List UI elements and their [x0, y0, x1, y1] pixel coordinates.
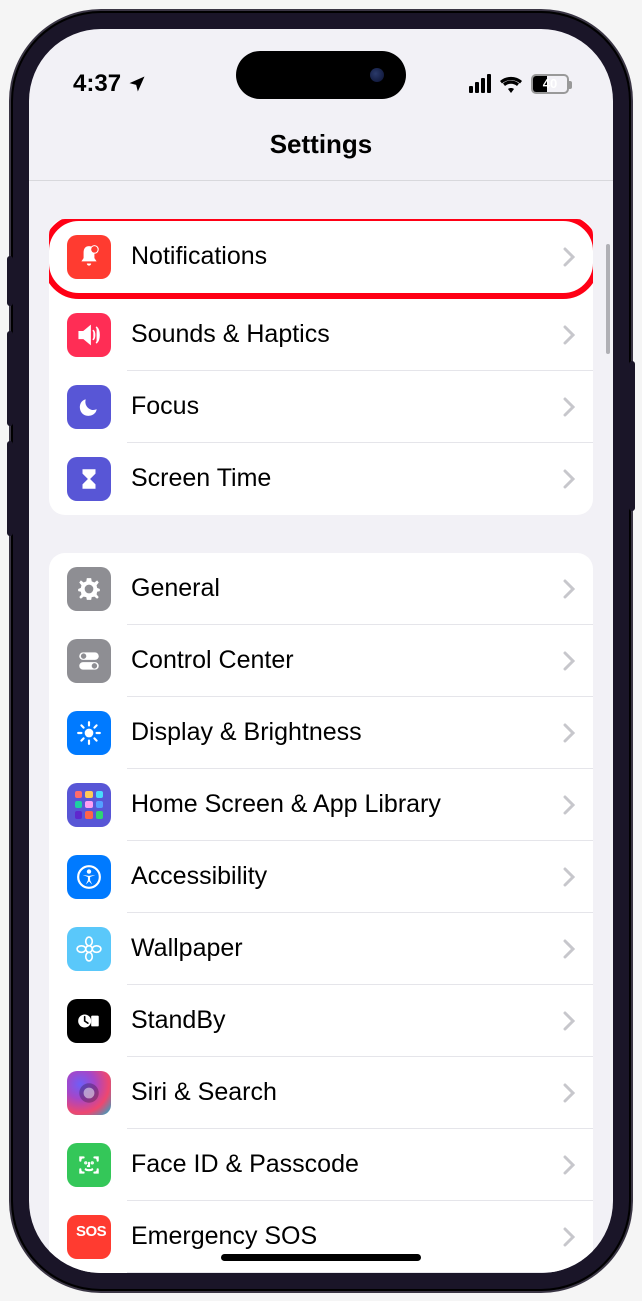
row-focus[interactable]: Focus: [49, 371, 593, 443]
chevron-right-icon: [563, 1011, 575, 1031]
speaker-icon: [67, 313, 111, 357]
chevron-right-icon: [563, 723, 575, 743]
row-label: StandBy: [131, 1006, 563, 1035]
row-label: Accessibility: [131, 862, 563, 891]
row-emergency-sos[interactable]: SOS Emergency SOS: [49, 1201, 593, 1273]
row-label: Notifications: [131, 242, 563, 271]
power-button: [629, 361, 635, 511]
row-label: Focus: [131, 392, 563, 421]
home-indicator[interactable]: [221, 1254, 421, 1261]
row-standby[interactable]: StandBy: [49, 985, 593, 1057]
chevron-right-icon: [563, 651, 575, 671]
volume-down: [7, 441, 13, 536]
screen: 4:37 40 Settings: [29, 29, 613, 1273]
battery-icon: 40: [531, 74, 569, 94]
row-label: Display & Brightness: [131, 718, 563, 747]
flower-icon: [67, 927, 111, 971]
row-accessibility[interactable]: Accessibility: [49, 841, 593, 913]
row-faceid-passcode[interactable]: Face ID & Passcode: [49, 1129, 593, 1201]
faceid-icon: [67, 1143, 111, 1187]
phone-frame: 4:37 40 Settings: [11, 11, 631, 1291]
chevron-right-icon: [563, 1227, 575, 1247]
page-title: Settings: [29, 129, 613, 160]
scroll-indicator[interactable]: [606, 244, 610, 354]
siri-icon: [67, 1071, 111, 1115]
hourglass-icon: [67, 457, 111, 501]
row-screen-time[interactable]: Screen Time: [49, 443, 593, 515]
row-label: Sounds & Haptics: [131, 320, 563, 349]
volume-up: [7, 331, 13, 426]
status-left: 4:37: [73, 70, 147, 98]
chevron-right-icon: [563, 1083, 575, 1103]
row-label: Screen Time: [131, 464, 563, 493]
chevron-right-icon: [563, 1155, 575, 1175]
row-wallpaper[interactable]: Wallpaper: [49, 913, 593, 985]
chevron-right-icon: [563, 397, 575, 417]
status-right: 40: [469, 74, 569, 94]
chevron-right-icon: [563, 939, 575, 959]
sos-icon: SOS: [67, 1215, 111, 1259]
chevron-right-icon: [563, 469, 575, 489]
accessibility-icon: [67, 855, 111, 899]
silent-switch: [7, 256, 13, 306]
row-home-screen[interactable]: Home Screen & App Library: [49, 769, 593, 841]
row-general[interactable]: General: [49, 553, 593, 625]
cellular-icon: [469, 74, 491, 93]
battery-level: 40: [533, 76, 567, 91]
sun-icon: [67, 711, 111, 755]
row-label: General: [131, 574, 563, 603]
chevron-right-icon: [563, 867, 575, 887]
row-display-brightness[interactable]: Display & Brightness: [49, 697, 593, 769]
clock-cal-icon: [67, 999, 111, 1043]
bell-badge-icon: [67, 235, 111, 279]
location-icon: [127, 74, 147, 94]
chevron-right-icon: [563, 325, 575, 345]
chevron-right-icon: [563, 795, 575, 815]
chevron-right-icon: [563, 247, 575, 267]
row-notifications[interactable]: Notifications: [49, 219, 593, 299]
dynamic-island: [236, 51, 406, 99]
status-time: 4:37: [73, 70, 121, 98]
chevron-right-icon: [563, 579, 575, 599]
row-label: Siri & Search: [131, 1078, 563, 1107]
gear-icon: [67, 567, 111, 611]
settings-group-2: General Control Center Display & Brightn…: [49, 553, 593, 1273]
moon-icon: [67, 385, 111, 429]
row-label: Home Screen & App Library: [131, 790, 563, 819]
row-siri-search[interactable]: Siri & Search: [49, 1057, 593, 1129]
row-label: Emergency SOS: [131, 1222, 563, 1251]
settings-group-1: Notifications Sounds & Haptics Focus: [49, 219, 593, 515]
row-label: Wallpaper: [131, 934, 563, 963]
row-control-center[interactable]: Control Center: [49, 625, 593, 697]
front-camera: [370, 68, 384, 82]
grid-icon: [67, 783, 111, 827]
row-sounds-haptics[interactable]: Sounds & Haptics: [49, 299, 593, 371]
row-label: Control Center: [131, 646, 563, 675]
row-label: Face ID & Passcode: [131, 1150, 563, 1179]
wifi-icon: [499, 75, 523, 93]
toggle-icon: [67, 639, 111, 683]
content-scroll[interactable]: Notifications Sounds & Haptics Focus: [29, 181, 613, 1273]
